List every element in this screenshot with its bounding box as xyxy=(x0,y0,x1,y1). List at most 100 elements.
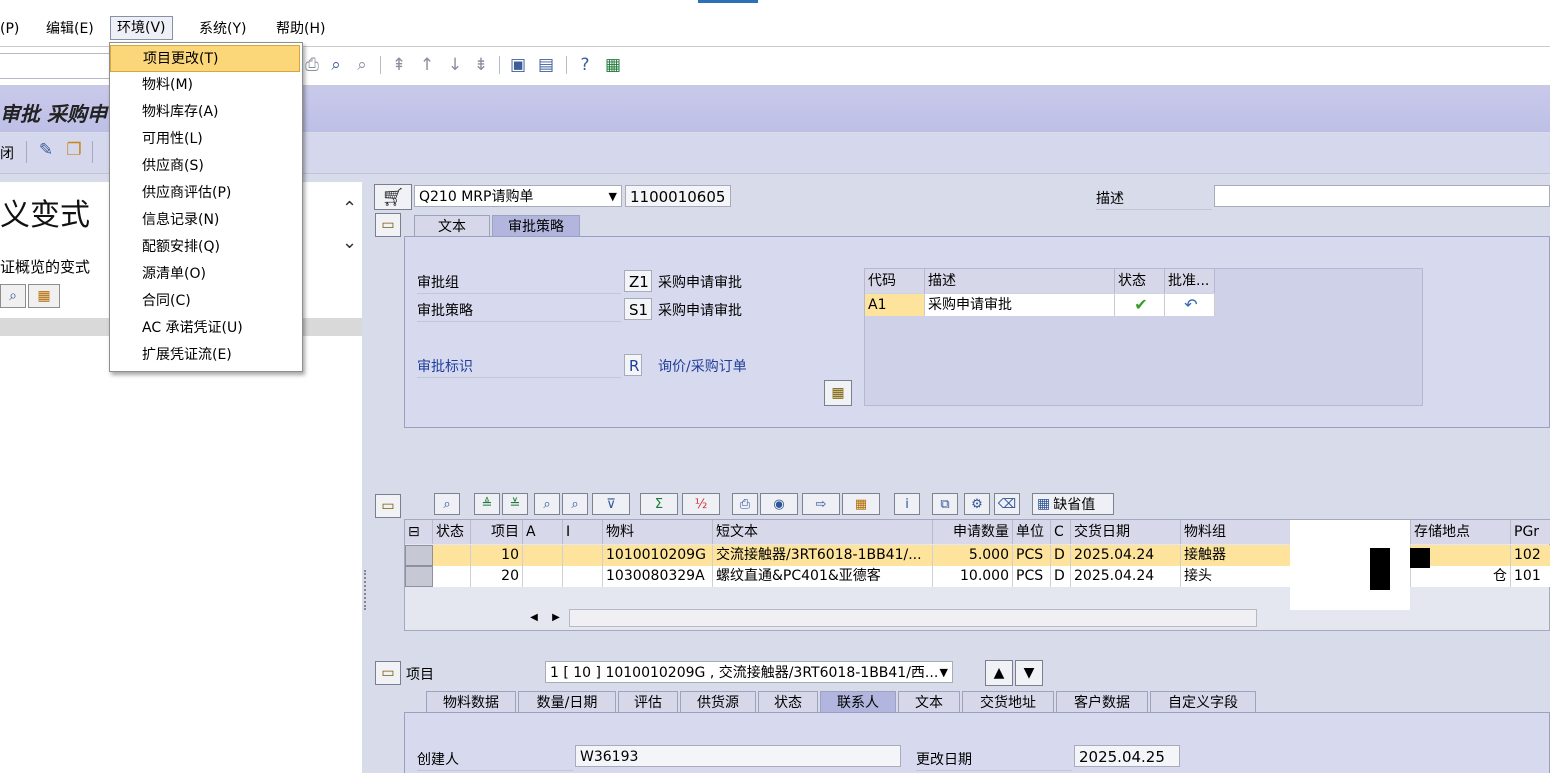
column-header-delivery-date[interactable]: 交货日期 xyxy=(1071,520,1181,544)
delete-icon[interactable]: ⌫ xyxy=(994,493,1020,515)
select-all-icon[interactable]: ⊟ xyxy=(405,520,433,544)
scroll-left-icon[interactable]: ◀ xyxy=(525,609,543,627)
item-select[interactable]: 1 [ 10 ] 1010010209G , 交流接触器/3RT6018-1BB… xyxy=(545,661,953,683)
copy-icon[interactable]: ⧉ xyxy=(932,493,958,515)
column-header-item[interactable]: 项目 xyxy=(471,520,523,544)
column-header-material-group[interactable]: 物料组 xyxy=(1181,520,1293,544)
column-header-storage-location[interactable]: 存储地点 xyxy=(1411,520,1511,544)
row-short-text[interactable]: 交流接触器/3RT6018-1BB41/... xyxy=(713,545,933,566)
scroll-right-icon[interactable]: ▶ xyxy=(547,609,565,627)
row-c[interactable]: D xyxy=(1051,545,1071,566)
row-delivery-date[interactable]: 2025.04.24 xyxy=(1071,566,1181,587)
cart-icon[interactable]: 🛒︎ xyxy=(374,184,412,210)
tab-source-of-supply[interactable]: 供货源 xyxy=(680,691,756,713)
menu-item-item-change[interactable]: 项目更改(T) xyxy=(110,45,300,72)
sort-ascending-icon[interactable]: ≜ xyxy=(474,493,500,515)
display-change-icon[interactable]: ✎ xyxy=(36,139,56,161)
find-next-icon[interactable]: ⌕ xyxy=(352,54,372,76)
tab-approval-strategy[interactable]: 审批策略 xyxy=(492,215,580,237)
horizontal-scrollbar[interactable] xyxy=(569,609,1257,627)
menu-item-material[interactable]: 物料(M) xyxy=(110,72,300,99)
row-material[interactable]: 1010010209G xyxy=(603,545,713,566)
creator-field[interactable]: W36193 xyxy=(575,745,901,767)
splitter-grip[interactable] xyxy=(364,570,370,610)
column-header-approve[interactable]: 批准... xyxy=(1165,269,1215,293)
next-item-icon[interactable]: ▼ xyxy=(1015,660,1043,686)
menu-item-material-stock[interactable]: 物料库存(A) xyxy=(110,99,300,126)
print-icon[interactable]: ⎙ xyxy=(302,54,322,76)
column-header-short-text[interactable]: 短文本 xyxy=(713,520,933,544)
row-delivery-date[interactable]: 2025.04.24 xyxy=(1071,545,1181,566)
menu-item-info-record[interactable]: 信息记录(N) xyxy=(110,207,300,234)
row-unit[interactable]: PCS xyxy=(1013,545,1051,566)
details-zoom-icon[interactable]: ⌕ xyxy=(434,493,460,515)
column-header-description[interactable]: 描述 xyxy=(925,269,1115,293)
menu-item-availability[interactable]: 可用性(L) xyxy=(110,126,300,153)
menu-system[interactable]: 系统(Y) xyxy=(193,18,252,40)
previous-page-icon[interactable]: ↑ xyxy=(417,54,437,76)
row-status[interactable] xyxy=(433,566,471,587)
tab-material-data[interactable]: 物料数据 xyxy=(426,691,516,713)
layout-menu-icon[interactable]: ▦ xyxy=(603,54,623,76)
row-a[interactable] xyxy=(523,545,563,566)
row-selector[interactable] xyxy=(405,566,433,587)
sort-descending-icon[interactable]: ≚ xyxy=(502,493,528,515)
approval-indicator-code[interactable]: R xyxy=(624,354,642,376)
help-icon[interactable]: ? xyxy=(575,54,595,76)
layout-icon[interactable]: ▦ xyxy=(28,284,60,308)
row-status[interactable] xyxy=(433,545,471,566)
column-header-a[interactable]: A xyxy=(523,520,563,544)
row-material-group[interactable]: 接头 xyxy=(1181,566,1293,587)
close-button-label[interactable]: 闭 xyxy=(0,143,14,163)
column-header-status[interactable]: 状态 xyxy=(1115,269,1165,293)
find-icon[interactable]: ⌕ xyxy=(326,54,346,76)
tab-valuation[interactable]: 评估 xyxy=(618,691,678,713)
new-session-icon[interactable]: ▣ xyxy=(508,54,528,76)
row-pgr[interactable]: 102 xyxy=(1511,545,1550,566)
filter-icon[interactable]: ⊽ xyxy=(592,493,630,515)
column-header-status[interactable]: 状态 xyxy=(433,520,471,544)
views-icon[interactable]: ◉ xyxy=(760,493,798,515)
row-c[interactable]: D xyxy=(1051,566,1071,587)
approval-row-code[interactable]: A1 xyxy=(865,294,925,316)
find-next-icon[interactable]: ⌕ xyxy=(562,493,588,515)
menu-environment[interactable]: 环境(V) xyxy=(110,16,173,40)
group-icon[interactable]: ⚙ xyxy=(964,493,990,515)
menu-edit[interactable]: 编辑(E) xyxy=(40,18,100,40)
tab-contact-person[interactable]: 联系人 xyxy=(820,691,896,713)
menu-help[interactable]: 帮助(H) xyxy=(270,18,331,40)
column-header-material[interactable]: 物料 xyxy=(603,520,713,544)
menu-item-vendor-evaluation[interactable]: 供应商评估(P) xyxy=(110,180,300,207)
menu-partial-p[interactable]: (P) xyxy=(0,18,25,40)
column-header-i[interactable]: I xyxy=(563,520,603,544)
find-icon[interactable]: ⌕ xyxy=(0,284,26,308)
tab-text[interactable]: 文本 xyxy=(898,691,960,713)
menu-item-extended-document-flow[interactable]: 扩展凭证流(E) xyxy=(110,342,300,369)
change-date-field[interactable]: 2025.04.25 xyxy=(1074,745,1180,767)
panel-splitter[interactable] xyxy=(362,182,372,773)
column-header-code[interactable]: 代码 xyxy=(865,269,925,293)
sum-icon[interactable]: Σ xyxy=(640,493,678,515)
expand-items-icon[interactable]: ▭ xyxy=(375,494,401,518)
row-pgr[interactable]: 101 xyxy=(1511,566,1550,587)
find-icon[interactable]: ⌕ xyxy=(534,493,560,515)
approval-row-description[interactable]: 采购申请审批 xyxy=(925,294,1115,316)
undo-icon[interactable]: ↶ xyxy=(1165,294,1215,316)
expand-item-detail-icon[interactable]: ▭ xyxy=(375,661,401,685)
menu-item-quota-arrangement[interactable]: 配额安排(Q) xyxy=(110,234,300,261)
row-quantity[interactable]: 10.000 xyxy=(933,566,1013,587)
info-icon[interactable]: i xyxy=(894,493,920,515)
row-unit[interactable]: PCS xyxy=(1013,566,1051,587)
row-selector[interactable] xyxy=(405,545,433,566)
shortcut-icon[interactable]: ▤ xyxy=(536,54,556,76)
tab-status[interactable]: 状态 xyxy=(758,691,818,713)
export-icon[interactable]: ⇨ xyxy=(802,493,840,515)
column-header-pgr[interactable]: PGr xyxy=(1511,520,1550,544)
first-page-icon[interactable]: ⇞ xyxy=(389,54,409,76)
row-item[interactable]: 10 xyxy=(471,545,523,566)
column-header-quantity[interactable]: 申请数量 xyxy=(933,520,1013,544)
row-i[interactable] xyxy=(563,566,603,587)
chevron-down-icon[interactable]: ⌄ xyxy=(342,232,357,253)
print-icon[interactable]: ⎙ xyxy=(732,493,758,515)
row-a[interactable] xyxy=(523,566,563,587)
